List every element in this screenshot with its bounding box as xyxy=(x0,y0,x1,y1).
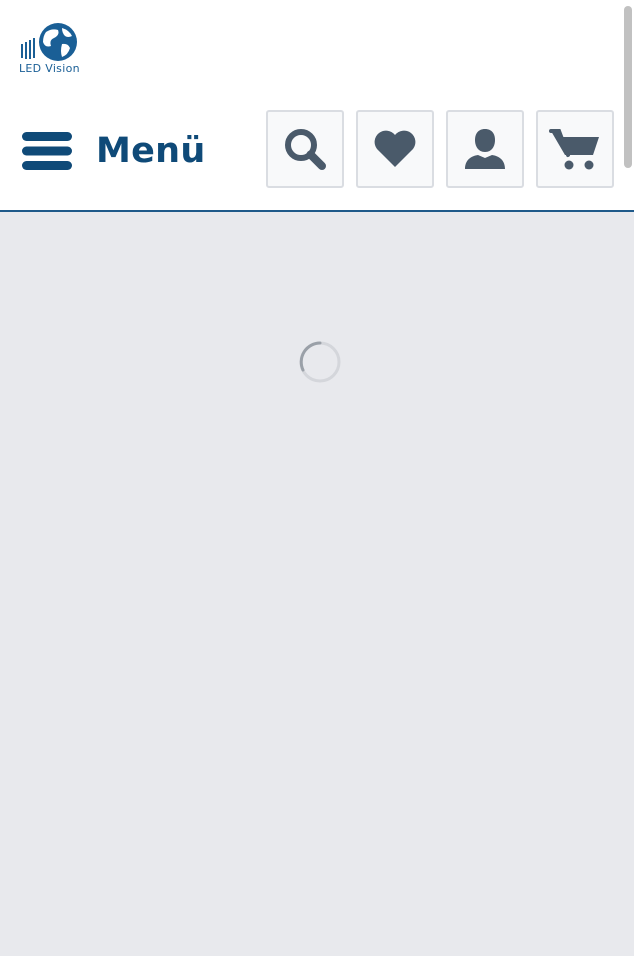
menu-label: Menü xyxy=(96,131,206,171)
brand-name: LED Vision xyxy=(19,62,80,75)
scrollbar-thumb[interactable] xyxy=(624,6,632,168)
search-button[interactable] xyxy=(266,110,344,188)
account-button[interactable] xyxy=(446,110,524,188)
user-icon xyxy=(465,129,505,169)
search-icon xyxy=(285,129,326,170)
cart-button[interactable] xyxy=(536,110,614,188)
heart-icon xyxy=(374,130,416,167)
menu-button[interactable]: Menü xyxy=(22,126,206,176)
main-content xyxy=(0,212,634,956)
site-header: LED Vision Menü xyxy=(0,0,634,212)
cart-icon xyxy=(549,129,599,170)
wishlist-button[interactable] xyxy=(356,110,434,188)
hamburger-icon xyxy=(22,132,72,170)
loading-spinner-icon xyxy=(299,341,341,383)
